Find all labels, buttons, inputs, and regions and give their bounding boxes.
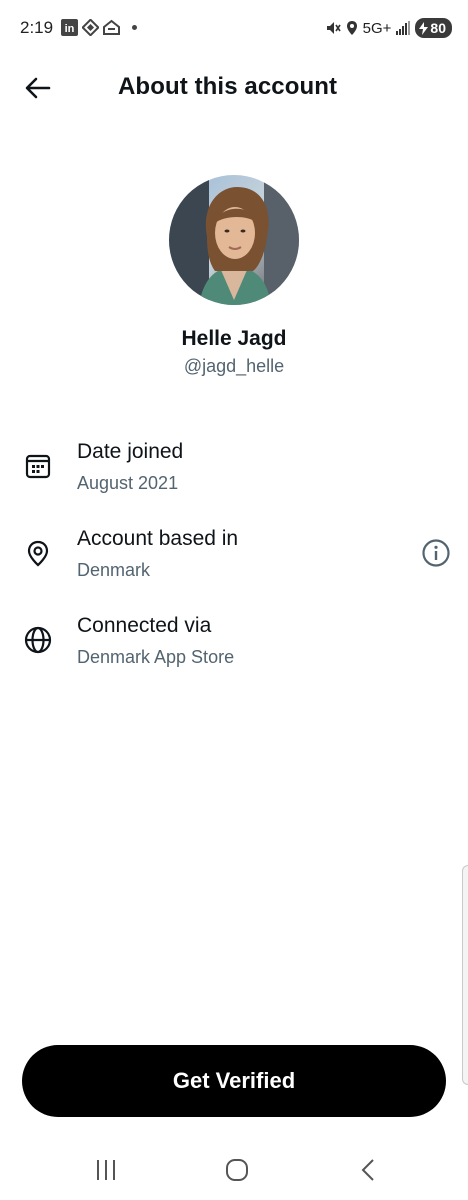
page-title: About this account — [118, 73, 338, 100]
system-nav-bar — [0, 1140, 468, 1200]
mute-icon — [326, 22, 341, 34]
recent-apps-button[interactable] — [86, 1156, 126, 1184]
home-icon — [226, 1159, 248, 1181]
get-verified-button[interactable]: Get Verified — [22, 1045, 446, 1117]
app-header: About this account — [0, 64, 468, 112]
profile-avatar[interactable] — [169, 175, 299, 305]
account-based-in-label: Account based in — [77, 527, 239, 550]
connected-via-label: Connected via — [77, 614, 212, 637]
date-joined-row: Date joined August 2021 — [0, 440, 468, 510]
location-status-icon — [346, 21, 357, 35]
battery-indicator: 80 — [415, 18, 452, 38]
battery-level: 80 — [430, 20, 446, 36]
account-based-in-row: Account based in Denmark — [0, 527, 468, 597]
app-diamond-icon — [82, 19, 99, 36]
scroll-handle[interactable] — [462, 865, 468, 1085]
signal-icon — [396, 21, 411, 35]
back-arrow-icon — [25, 77, 51, 99]
recent-apps-icon — [97, 1160, 115, 1180]
date-joined-label: Date joined — [77, 440, 184, 463]
system-back-button[interactable] — [348, 1156, 388, 1184]
linkedin-icon: in — [61, 19, 78, 36]
home-app-icon — [103, 19, 120, 35]
globe-icon — [22, 624, 54, 656]
date-joined-value: August 2021 — [77, 473, 179, 493]
account-based-in-value: Denmark — [77, 560, 151, 580]
status-time: 2:19 — [20, 18, 54, 37]
user-handle: @jagd_helle — [183, 356, 285, 376]
connected-via-row: Connected via Denmark App Store — [0, 614, 468, 684]
chevron-left-icon — [361, 1159, 374, 1181]
system-status: 5G+ 80 — [325, 18, 452, 38]
location-pin-icon — [22, 537, 54, 569]
info-icon — [422, 539, 450, 567]
display-name: Helle Jagd — [181, 327, 287, 350]
more-notifications-dot — [132, 25, 137, 30]
home-button[interactable] — [217, 1156, 257, 1184]
charging-bolt-icon — [419, 21, 429, 35]
connected-via-value: Denmark App Store — [77, 647, 235, 667]
avatar-photo — [169, 175, 299, 305]
status-bar: 2:19 in 5G+ 80 — [0, 0, 468, 58]
back-button[interactable] — [22, 72, 54, 104]
info-button[interactable] — [420, 537, 452, 569]
network-type: 5G+ — [362, 19, 392, 37]
calendar-icon — [22, 450, 54, 482]
notification-icons: in — [61, 19, 137, 36]
